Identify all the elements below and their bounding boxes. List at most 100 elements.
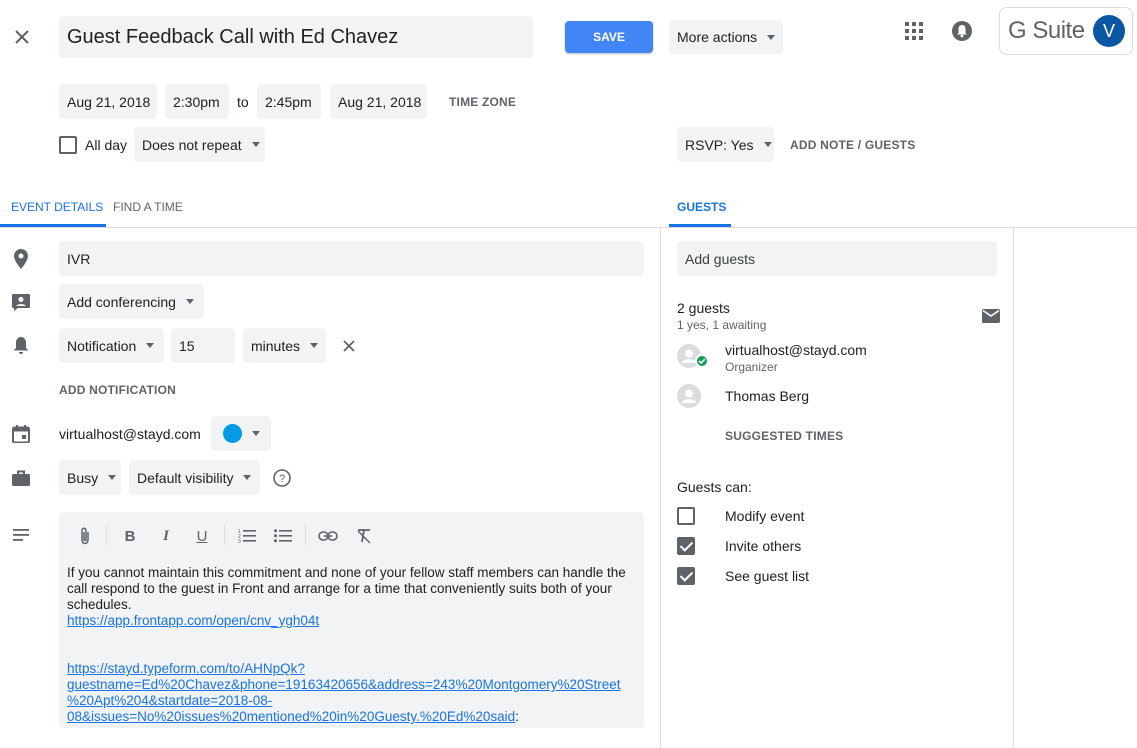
guest-summary: 1 yes, 1 awaiting — [677, 318, 767, 332]
italic-icon[interactable]: I — [155, 525, 177, 547]
invite-others-checkbox[interactable] — [677, 537, 695, 555]
calendar-icon — [10, 423, 32, 445]
link-icon[interactable] — [317, 525, 339, 547]
accepted-check-icon — [695, 354, 709, 368]
chevron-down-icon — [763, 142, 772, 147]
availability-dropdown[interactable]: Busy — [59, 460, 121, 495]
visibility-dropdown[interactable]: Default visibility — [129, 460, 260, 495]
start-date-text: Aug 21, 2018 — [67, 93, 151, 110]
typeform-link-cont[interactable]: %20Apt%204&startdate=2018-08- — [67, 693, 272, 708]
time-zone-button[interactable]: TIME ZONE — [449, 95, 516, 109]
event-title-input[interactable]: Guest Feedback Call with Ed Chavez — [59, 16, 533, 58]
tab-find-a-time[interactable]: FIND A TIME — [113, 200, 183, 214]
location-value: IVR — [67, 250, 91, 267]
avatar: V — [1093, 15, 1125, 47]
guests-panel-divider — [660, 228, 661, 748]
add-note-guests-button[interactable]: ADD NOTE / GUESTS — [790, 138, 915, 152]
gsuite-account-badge[interactable]: G Suite V — [999, 7, 1133, 55]
close-icon[interactable] — [10, 25, 34, 49]
start-date-field[interactable]: Aug 21, 2018 — [59, 84, 157, 119]
notification-unit-dropdown[interactable]: minutes — [243, 328, 326, 363]
see-guest-list-label: See guest list — [725, 568, 810, 584]
rsvp-dropdown[interactable]: RSVP: Yes — [677, 127, 774, 162]
notification-value-text: 15 — [179, 337, 195, 354]
tab-event-details[interactable]: EVENT DETAILS — [11, 200, 103, 214]
underline-icon[interactable]: U — [191, 525, 213, 547]
add-guests-input[interactable]: Add guests — [677, 241, 997, 276]
start-time-field[interactable]: 2:30pm — [165, 84, 229, 119]
end-time-field[interactable]: 2:45pm — [257, 84, 321, 119]
apps-grid-icon[interactable] — [902, 19, 926, 43]
calendar-color-dropdown[interactable] — [211, 416, 271, 451]
suggested-times-button[interactable]: SUGGESTED TIMES — [725, 429, 843, 443]
add-notification-button[interactable]: ADD NOTIFICATION — [59, 383, 176, 397]
typeform-link-cont[interactable]: guestname=Ed%20Chavez&phone=19163420656&… — [67, 677, 621, 692]
save-button[interactable]: SAVE — [565, 21, 653, 53]
conferencing-value: Add conferencing — [67, 293, 176, 310]
all-day-label: All day — [85, 137, 128, 153]
add-guests-placeholder: Add guests — [685, 250, 756, 267]
attachment-icon[interactable] — [74, 525, 96, 547]
end-time-text: 2:45pm — [265, 93, 312, 110]
calendar-owner-label: virtualhost@stayd.com — [59, 426, 201, 442]
typeform-link-cont[interactable]: 08&issues=No%20issues%20mentioned%20in%2… — [67, 709, 515, 724]
more-actions-button[interactable]: More actions — [669, 20, 783, 54]
guests-can-label: Guests can: — [677, 479, 752, 495]
numbered-list-icon[interactable]: 123 — [236, 525, 258, 547]
visibility-value: Default visibility — [137, 469, 234, 486]
toolbar-separator — [106, 525, 107, 545]
guest-count: 2 guests — [677, 300, 730, 316]
bold-icon[interactable]: B — [119, 525, 141, 547]
end-date-text: Aug 21, 2018 — [338, 93, 422, 110]
see-guest-list-checkbox[interactable] — [677, 567, 695, 585]
modify-event-checkbox[interactable] — [677, 507, 695, 525]
tabs-divider — [0, 227, 1137, 228]
notifications-icon[interactable] — [950, 19, 974, 43]
chevron-down-icon — [108, 475, 117, 480]
calendar-color-swatch — [223, 424, 242, 443]
frontapp-link[interactable]: https://app.frontapp.com/open/cnv_ygh04t — [67, 613, 319, 628]
clear-formatting-icon[interactable] — [353, 525, 375, 547]
chevron-down-icon — [146, 343, 155, 348]
repeat-dropdown[interactable]: Does not repeat — [134, 127, 265, 162]
tab-guests[interactable]: GUESTS — [677, 200, 726, 214]
bulleted-list-icon[interactable] — [272, 525, 294, 547]
end-date-field[interactable]: Aug 21, 2018 — [330, 84, 427, 119]
toolbar-separator — [305, 525, 306, 545]
typeform-link[interactable]: https://stayd.typeform.com/to/AHNpQk? — [67, 661, 305, 676]
svg-text:?: ? — [279, 473, 285, 485]
rsvp-value: RSVP: Yes — [685, 136, 754, 153]
notification-type-dropdown[interactable]: Notification — [59, 328, 164, 363]
conferencing-dropdown[interactable]: Add conferencing — [59, 284, 204, 319]
gsuite-logo: G Suite — [1008, 17, 1085, 44]
notification-value-input[interactable]: 15 — [171, 328, 235, 363]
modify-event-label: Modify event — [725, 508, 805, 524]
description-icon — [10, 524, 32, 546]
chevron-down-icon — [243, 475, 252, 480]
chevron-down-icon — [767, 34, 776, 40]
bell-icon — [10, 335, 32, 357]
location-input[interactable]: IVR — [59, 241, 644, 276]
chevron-down-icon — [310, 343, 319, 348]
help-icon[interactable]: ? — [271, 467, 293, 489]
notification-unit-value: minutes — [251, 337, 301, 354]
repeat-value: Does not repeat — [142, 136, 242, 153]
all-day-checkbox[interactable] — [59, 136, 77, 154]
guest-avatar — [677, 384, 701, 408]
toolbar-separator — [224, 525, 225, 545]
description-content[interactable]: If you cannot maintain this commitment a… — [67, 565, 637, 725]
event-title-text: Guest Feedback Call with Ed Chavez — [67, 25, 399, 48]
email-guests-icon[interactable] — [980, 305, 1002, 327]
more-actions-label: More actions — [677, 29, 758, 45]
to-label: to — [237, 94, 249, 110]
right-panel-divider — [1013, 228, 1014, 748]
svg-text:3: 3 — [238, 539, 241, 544]
guest-role: Organizer — [725, 360, 778, 374]
notification-type-value: Notification — [67, 337, 137, 354]
chevron-down-icon — [251, 142, 260, 147]
save-button-label: SAVE — [593, 30, 625, 44]
remove-notification-icon[interactable] — [338, 335, 360, 357]
chevron-down-icon — [185, 299, 194, 304]
start-time-text: 2:30pm — [173, 93, 220, 110]
conferencing-icon — [10, 291, 32, 313]
